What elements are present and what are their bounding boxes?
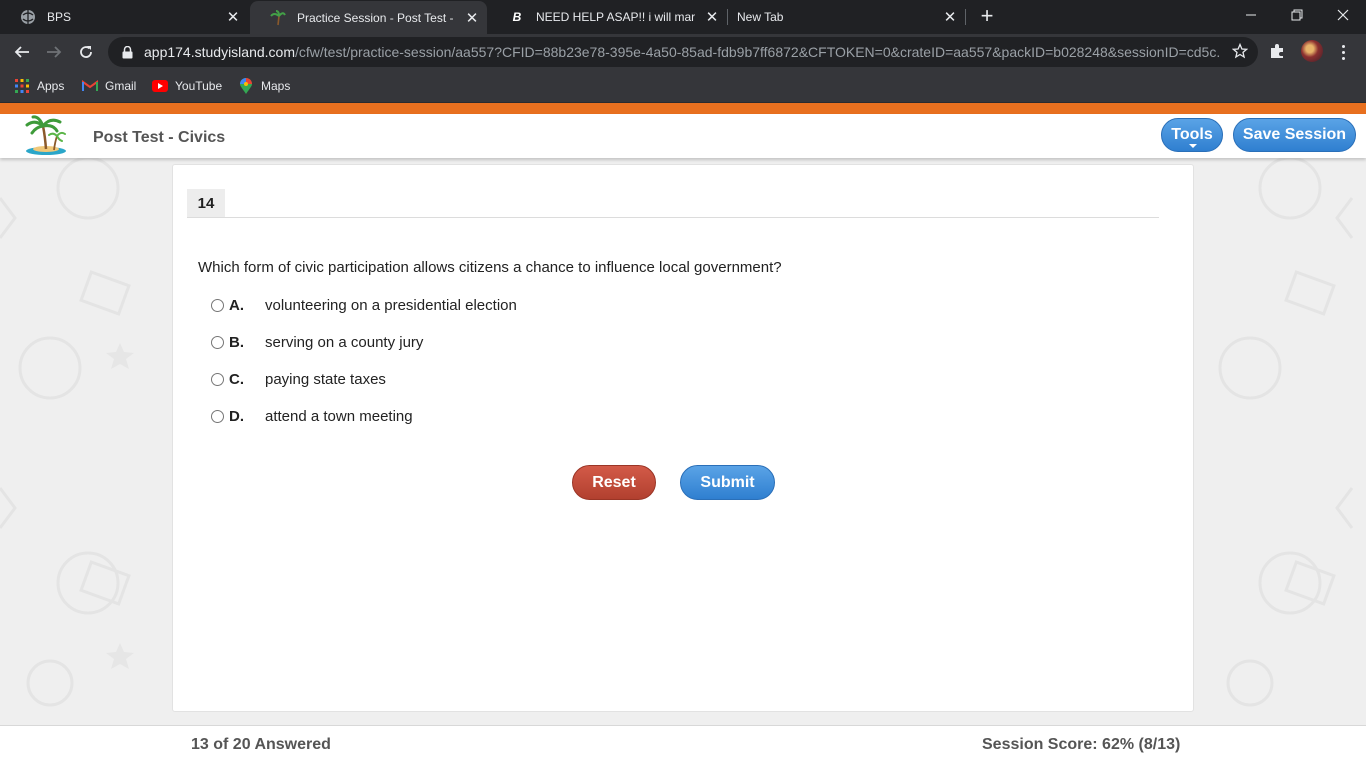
restore-icon[interactable] [1274, 0, 1320, 30]
forward-arrow-icon[interactable] [40, 38, 68, 66]
radio-button[interactable] [211, 298, 224, 312]
tab-title: Practice Session - Post Test - Civics [297, 10, 455, 25]
new-tab-icon[interactable]: + [975, 5, 999, 29]
lock-icon[interactable] [120, 45, 134, 59]
palm-tree-icon [270, 9, 286, 26]
gmail-icon [82, 78, 98, 94]
close-tab-icon[interactable]: ✕ [224, 8, 242, 26]
reset-button[interactable]: Reset [572, 465, 656, 500]
brand-accent-bar [0, 103, 1366, 114]
bookmark-youtube[interactable]: YouTube [152, 77, 222, 95]
choice-text[interactable]: attend a town meeting [265, 408, 413, 425]
tab-new-tab[interactable]: New Tab ✕ [717, 0, 965, 34]
bookmark-apps[interactable]: Apps [14, 77, 64, 95]
tab-strip: BPS ✕ Practice Session - Post Test - Civ… [0, 0, 1366, 34]
url-path: /cfw/test/practice-session/aa557?CFID=88… [295, 44, 1219, 60]
bookmark-maps[interactable]: Maps [238, 77, 290, 95]
url-text: app174.studyisland.com/cfw/test/practice… [144, 44, 1219, 60]
globe-icon [20, 9, 36, 25]
question-text: Which form of civic participation allows… [198, 259, 782, 276]
brainly-icon: B [512, 10, 522, 24]
choice-text[interactable]: serving on a county jury [265, 334, 423, 351]
session-footer: 13 of 20 Answered Session Score: 62% (8/… [0, 725, 1366, 768]
tab-title: BPS [47, 10, 72, 24]
choice-b[interactable]: B. serving on a county jury [211, 331, 423, 353]
session-score: Session Score: 62% (8/13) [982, 736, 1181, 753]
browser-toolbar: app174.studyisland.com/cfw/test/practice… [0, 34, 1366, 70]
youtube-icon [152, 78, 168, 94]
choice-c[interactable]: C. paying state taxes [211, 368, 386, 390]
back-arrow-icon[interactable] [8, 38, 36, 66]
bookmark-label: YouTube [175, 79, 223, 93]
profile-avatar[interactable] [1301, 40, 1323, 62]
tab-practice-session[interactable]: Practice Session - Post Test - Civics ✕ [250, 1, 487, 34]
close-tab-icon[interactable]: ✕ [941, 8, 959, 26]
bookmarks-bar: Apps Gmail YouTube Maps [0, 70, 1366, 103]
study-island-logo-icon[interactable] [24, 114, 68, 156]
radio-button[interactable] [211, 335, 224, 349]
question-card: 14 Which form of civic participation all… [172, 164, 1194, 712]
content-area: 14 Which form of civic participation all… [0, 158, 1366, 725]
extensions-puzzle-icon[interactable] [1268, 42, 1286, 65]
caret-down-icon [1189, 144, 1197, 148]
bookmark-star-icon[interactable] [1231, 42, 1249, 64]
reload-icon[interactable] [72, 38, 100, 66]
save-session-label: Save Session [1242, 126, 1347, 143]
page-title: Post Test - Civics [93, 129, 226, 146]
tools-button-label: Tools [1171, 126, 1213, 143]
close-tab-icon[interactable]: ✕ [463, 9, 481, 27]
answered-count: 13 of 20 Answered [191, 736, 331, 753]
choice-a[interactable]: A. volunteering on a presidential electi… [211, 294, 517, 316]
tools-button[interactable]: Tools [1161, 118, 1223, 152]
choice-letter: D. [229, 407, 244, 425]
question-number: 14 [187, 189, 225, 217]
minimize-icon[interactable] [1228, 0, 1274, 30]
maps-pin-icon [238, 78, 254, 94]
tab-title: New Tab [737, 10, 784, 24]
submit-button[interactable]: Submit [680, 465, 775, 500]
radio-button[interactable] [211, 372, 224, 386]
choice-text[interactable]: paying state taxes [265, 371, 386, 388]
choice-letter: A. [229, 296, 244, 314]
divider [187, 217, 1159, 218]
bookmark-label: Gmail [105, 79, 137, 93]
choice-letter: C. [229, 370, 244, 388]
choice-letter: B. [229, 333, 244, 351]
tab-title: NEED HELP ASAP!! i will mark brainliest [536, 10, 695, 24]
address-bar[interactable]: app174.studyisland.com/cfw/test/practice… [108, 37, 1258, 67]
bookmark-gmail[interactable]: Gmail [82, 77, 136, 95]
app-header: Post Test - Civics Tools Save Session [0, 114, 1366, 158]
save-session-button[interactable]: Save Session [1233, 118, 1356, 152]
choice-d[interactable]: D. attend a town meeting [211, 405, 413, 427]
bookmark-label: Maps [261, 79, 291, 93]
tab-bps[interactable]: BPS ✕ [0, 0, 248, 34]
choice-text[interactable]: volunteering on a presidential election [265, 297, 517, 314]
radio-button[interactable] [211, 409, 224, 423]
url-host: app174.studyisland.com [144, 44, 295, 60]
bookmark-label: Apps [37, 79, 65, 93]
tab-brainly[interactable]: B NEED HELP ASAP!! i will mark brainlies… [489, 0, 727, 34]
tab-separator [965, 9, 966, 25]
menu-kebab-icon[interactable] [1335, 41, 1351, 63]
window-close-icon[interactable] [1320, 0, 1366, 30]
apps-grid-icon [14, 78, 30, 94]
